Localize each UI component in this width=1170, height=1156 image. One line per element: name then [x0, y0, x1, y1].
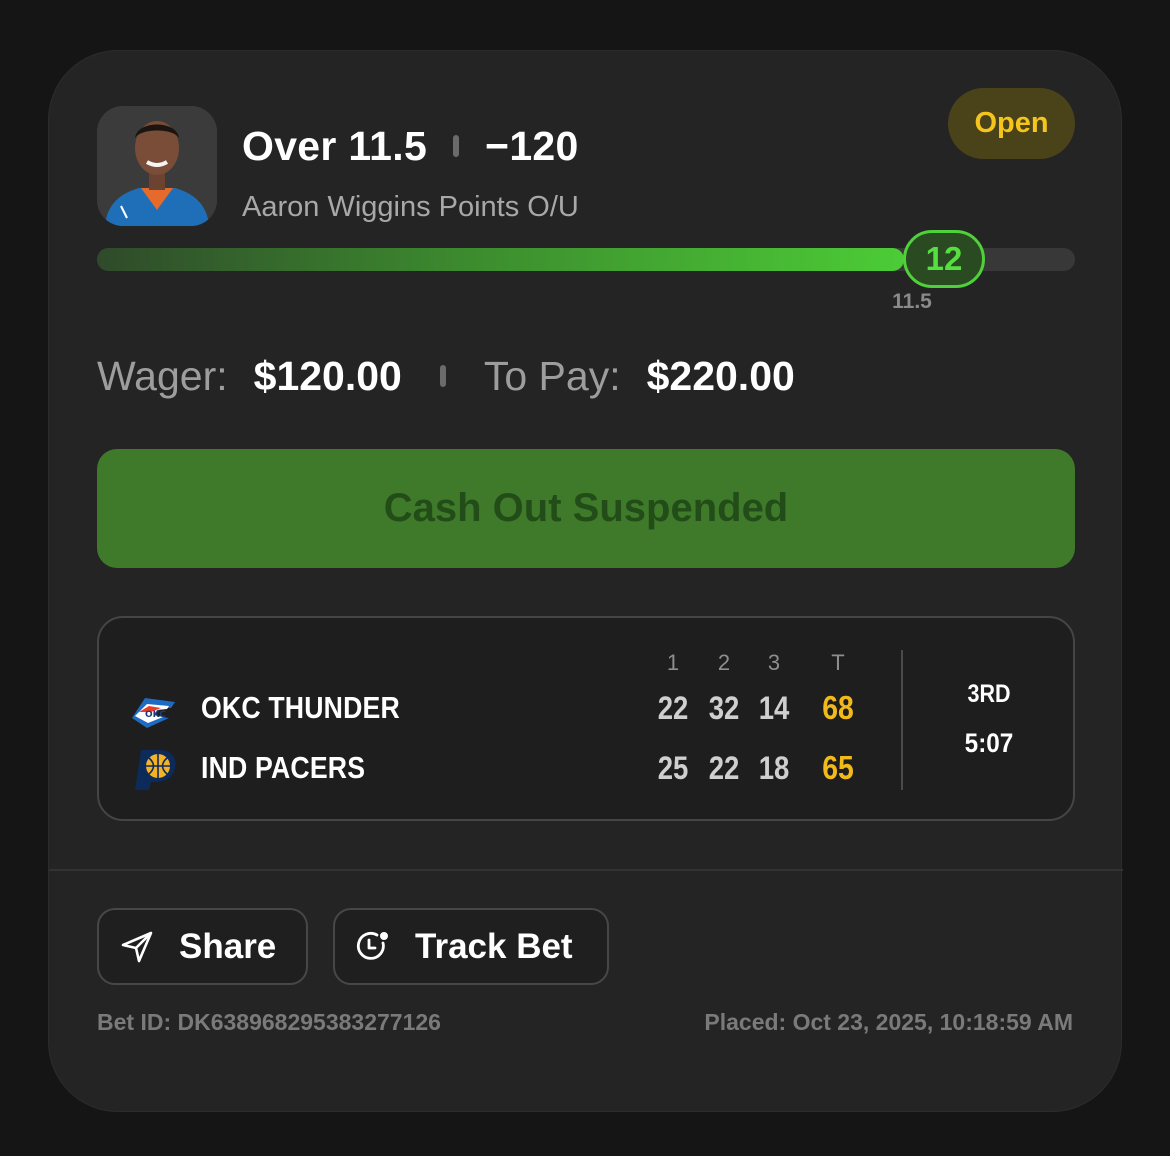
scoreboard-divider — [901, 650, 903, 790]
track-bet-button[interactable]: Track Bet — [333, 908, 609, 985]
share-button[interactable]: Share — [97, 908, 308, 985]
quarter-score: 32 — [708, 690, 740, 726]
cash-out-button[interactable]: Cash Out Suspended — [97, 449, 1075, 568]
bet-headline: Over 11.5 −120 — [242, 121, 579, 171]
track-bet-label: Track Bet — [415, 926, 573, 966]
progress-line-marker: 11.5 — [892, 290, 932, 313]
progress-fill — [97, 248, 904, 271]
team-total: 65 — [822, 749, 854, 786]
game-period: 3RD — [967, 680, 1011, 708]
to-pay-value: $220.00 — [646, 352, 795, 399]
quarter-score: 22 — [657, 690, 689, 726]
period-header: 2 — [717, 650, 731, 675]
status-badge: Open — [948, 88, 1075, 159]
footer-divider — [49, 869, 1123, 871]
separator — [453, 135, 460, 157]
period-header: 3 — [767, 650, 781, 675]
period-header: T — [831, 650, 845, 675]
wager-label: Wager: — [97, 352, 228, 399]
progress-current-value: 12 — [903, 230, 985, 288]
svg-text:OKC: OKC — [145, 710, 166, 720]
period-header: 1 — [666, 650, 680, 675]
to-pay-label: To Pay: — [483, 352, 621, 399]
player-photo-icon — [97, 106, 217, 226]
bet-id: Bet ID: DK638968295383277126 — [97, 1009, 441, 1035]
bet-selection: Over 11.5 — [242, 122, 428, 169]
quarter-score: 25 — [657, 750, 689, 786]
bet-market: Aaron Wiggins Points O/U — [242, 191, 579, 223]
scoreboard[interactable]: 1 2 3 T OKC OKC THUNDER 22 32 14 68 IND … — [97, 616, 1075, 821]
team-name: IND PACERS — [201, 750, 366, 785]
ind-pacers-logo — [135, 750, 176, 790]
team-total: 68 — [822, 689, 854, 726]
placed-timestamp: Placed: Oct 23, 2025, 10:18:59 AM — [704, 1009, 1073, 1035]
player-avatar — [97, 106, 217, 226]
quarter-score: 18 — [758, 750, 790, 786]
team-name: OKC THUNDER — [201, 690, 400, 725]
track-icon — [356, 931, 388, 960]
send-icon — [121, 931, 153, 962]
quarter-score: 14 — [758, 690, 790, 726]
quarter-score: 22 — [708, 750, 740, 786]
game-clock: 5:07 — [964, 728, 1014, 758]
separator — [439, 365, 446, 387]
progress-bar: 12 11.5 — [97, 230, 1075, 313]
wager-value: $120.00 — [253, 352, 402, 399]
bet-odds: −120 — [485, 122, 579, 169]
bet-card: Over 11.5 −120 Aaron Wiggins Points O/U … — [48, 50, 1123, 1112]
share-label: Share — [179, 926, 277, 966]
payout-row: Wager: $120.00 To Pay: $220.00 — [97, 349, 795, 403]
okc-thunder-logo: OKC — [132, 698, 175, 728]
